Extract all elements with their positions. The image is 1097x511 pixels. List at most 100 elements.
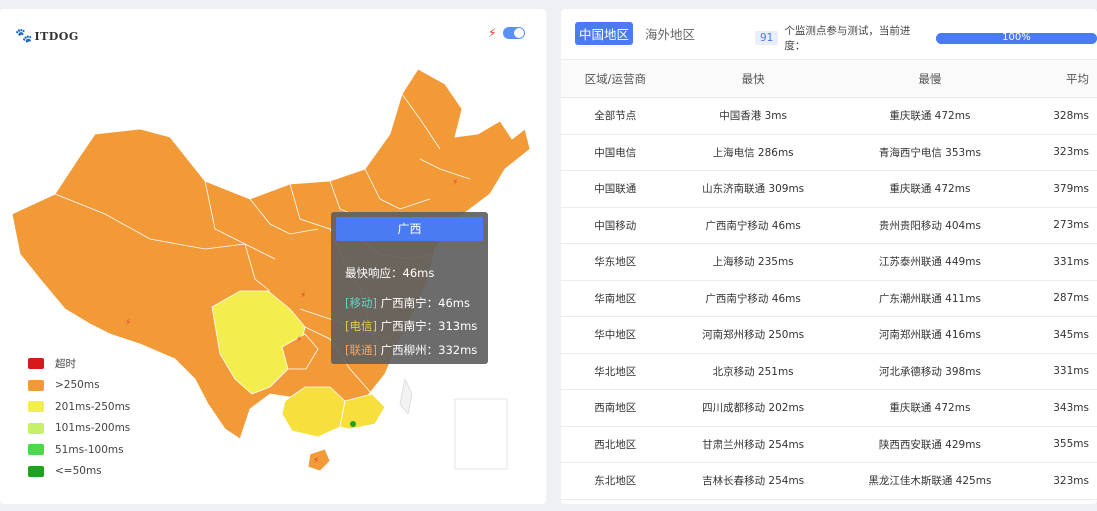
cell-fastest: 四川成都移动 202ms — [669, 389, 837, 427]
cell-average: 343ms — [1023, 389, 1097, 427]
header-fastest[interactable]: 最快 — [669, 59, 837, 98]
results-table: 区域/运营商 最快 最慢 平均 全部节点 中国香港 3ms 重庆联通 472ms 32… — [561, 59, 1097, 504]
tooltip-line-text: 广西南宁：46ms — [380, 296, 470, 310]
cell-average: 323ms — [1023, 134, 1097, 171]
legend-label: >250ms — [55, 379, 100, 392]
map-legend: 超时 >250ms 201ms-250ms 101ms-200ms 51ms-1… — [28, 353, 130, 482]
legend-item-201-250[interactable]: 201ms-250ms — [28, 396, 130, 418]
legend-label: <=50ms — [55, 465, 102, 478]
cell-average: 323ms — [1023, 462, 1097, 500]
table-row[interactable]: 华东地区 上海移动 235ms 江苏泰州联通 449ms 331ms — [561, 243, 1097, 281]
cell-average: 331ms — [1023, 243, 1097, 281]
table-row[interactable]: 全部节点 中国香港 3ms 重庆联通 472ms 328ms — [561, 97, 1097, 135]
cell-slowest: 陕西西安联通 429ms — [836, 426, 1024, 463]
table-row[interactable]: 华南地区 广西南宁移动 46ms 广东潮州联通 411ms 287ms — [561, 280, 1097, 317]
lightning-icon: ⚡ — [296, 335, 302, 345]
tab-china[interactable]: 中国地区 — [575, 22, 634, 45]
cell-average: 287ms — [1023, 280, 1097, 317]
header-region[interactable]: 区域/运营商 — [561, 59, 670, 98]
lightning-icon: ⚡ — [313, 456, 319, 466]
table-row[interactable]: 中国联通 山东济南联通 309ms 重庆联通 472ms 379ms — [561, 170, 1097, 208]
table-row[interactable]: 西北地区 甘肃兰州移动 254ms 陕西西安联通 429ms 355ms — [561, 426, 1097, 463]
table-row[interactable]: 中国电信 上海电信 286ms 青海西宁电信 353ms 323ms — [561, 134, 1097, 171]
cell-region: 华北地区 — [561, 353, 670, 390]
tooltip-line-unicom: [联通] 广西柳州：332ms — [345, 342, 477, 358]
tooltip-title: 广西 — [336, 217, 483, 241]
cell-fastest: 中国香港 3ms — [669, 97, 837, 135]
results-panel: 中国地区 海外地区 91 个监测点参与测试，当前进度： 100% 区域/运营商 … — [561, 9, 1097, 504]
table-header-row: 区域/运营商 最快 最慢 平均 — [561, 59, 1097, 98]
tooltip-line-text: 广西柳州：332ms — [380, 343, 478, 357]
legend-swatch — [28, 379, 44, 391]
legend-swatch — [28, 465, 44, 477]
cell-region: 西南地区 — [561, 389, 670, 427]
table-row[interactable]: 港澳台中国香港 3ms中国澳门 3ms3ms — [561, 499, 1097, 504]
tooltip-fastest: 最快响应：46ms — [345, 265, 434, 281]
lightning-icon: ⚡ — [452, 178, 458, 188]
tooltip-fastest-label: 最快响应： — [345, 266, 403, 280]
legend-label: 超时 — [55, 358, 76, 371]
cell-region: 西北地区 — [561, 426, 670, 463]
cell-region: 中国移动 — [561, 207, 670, 244]
legend-label: 101ms-200ms — [55, 422, 131, 435]
cell-slowest: 黑龙江佳木斯联通 425ms — [836, 462, 1024, 500]
tooltip-line-mobile: [移动] 广西南宁：46ms — [345, 295, 470, 311]
legend-swatch — [28, 444, 44, 456]
cell-slowest: 中国澳门 3ms — [836, 499, 1024, 504]
legend-swatch — [28, 358, 44, 370]
cell-average: 345ms — [1023, 316, 1097, 354]
cell-region: 东北地区 — [561, 462, 670, 500]
cell-fastest: 上海电信 286ms — [669, 134, 837, 171]
cell-fastest: 北京移动 251ms — [669, 353, 837, 390]
legend-item-101-200[interactable]: 101ms-200ms — [28, 418, 130, 440]
cell-region: 全部节点 — [561, 97, 670, 135]
lightning-icon: ⚡ — [125, 318, 131, 328]
cell-region: 港澳台 — [561, 499, 670, 504]
region-tabs: 中国地区 海外地区 — [575, 22, 699, 45]
cell-slowest: 重庆联通 472ms — [836, 170, 1024, 208]
tooltip-tag-unicom: [联通] — [345, 343, 377, 357]
lightning-icon: ⚡ — [300, 291, 306, 301]
node-count-badge: 91 — [755, 31, 779, 45]
tooltip-fastest-value: 46ms — [402, 266, 435, 280]
cell-fastest: 广西南宁移动 46ms — [669, 280, 837, 317]
legend-swatch — [28, 401, 44, 413]
cell-slowest: 广东潮州联通 411ms — [836, 280, 1024, 317]
legend-item-timeout[interactable]: 超时 — [28, 353, 130, 375]
cell-average: 379ms — [1023, 170, 1097, 208]
cell-slowest: 江苏泰州联通 449ms — [836, 243, 1024, 281]
table-row[interactable]: 华北地区 北京移动 251ms 河北承德移动 398ms 331ms — [561, 353, 1097, 390]
progress-area: 91 个监测点参与测试，当前进度： 100% — [755, 23, 1097, 53]
cell-average: 3ms — [1023, 499, 1097, 504]
table-row[interactable]: 西南地区 四川成都移动 202ms 重庆联通 472ms 343ms — [561, 389, 1097, 427]
header-average[interactable]: 平均 — [1023, 59, 1097, 98]
cell-slowest: 重庆联通 472ms — [836, 97, 1024, 135]
cell-region: 中国电信 — [561, 134, 670, 171]
cell-region: 华南地区 — [561, 280, 670, 317]
cell-fastest: 河南郑州移动 250ms — [669, 316, 837, 354]
province-tooltip: 广西 最快响应：46ms [移动] 广西南宁：46ms [电信] 广西南宁：31… — [331, 212, 488, 364]
table-row[interactable]: 东北地区 吉林长春移动 254ms 黑龙江佳木斯联通 425ms 323ms — [561, 462, 1097, 500]
south-sea-inset — [454, 398, 508, 470]
table-row[interactable]: 华中地区 河南郑州移动 250ms 河南郑州联通 416ms 345ms — [561, 316, 1097, 354]
tab-overseas[interactable]: 海外地区 — [641, 22, 699, 45]
cell-region: 中国联通 — [561, 170, 670, 208]
map-panel: 🐾 ITDOG ⚡ ⚡ ⚡ ⚡ ⚡ ⚡ 广西 最快响应：46ms [移动] 广西… — [0, 9, 546, 504]
legend-swatch — [28, 422, 44, 434]
tooltip-line-telecom: [电信] 广西南宁：313ms — [345, 318, 477, 334]
table-row[interactable]: 中国移动 广西南宁移动 46ms 贵州贵阳移动 404ms 273ms — [561, 207, 1097, 244]
cell-region: 华中地区 — [561, 316, 670, 354]
progress-bar: 100% — [935, 31, 1097, 44]
cell-slowest: 贵州贵阳移动 404ms — [836, 207, 1024, 244]
legend-item-under-50[interactable]: <=50ms — [28, 461, 130, 483]
cell-average: 331ms — [1023, 353, 1097, 390]
legend-item-51-100[interactable]: 51ms-100ms — [28, 439, 130, 461]
header-slowest[interactable]: 最慢 — [836, 59, 1024, 98]
progress-percent: 100% — [1002, 31, 1031, 43]
tooltip-line-text: 广西南宁：313ms — [380, 319, 478, 333]
map-region-taiwan[interactable] — [399, 377, 413, 415]
cell-fastest: 甘肃兰州移动 254ms — [669, 426, 837, 463]
legend-label: 51ms-100ms — [55, 443, 124, 456]
legend-item-over-250[interactable]: >250ms — [28, 375, 130, 397]
cell-fastest: 中国香港 3ms — [669, 499, 837, 504]
